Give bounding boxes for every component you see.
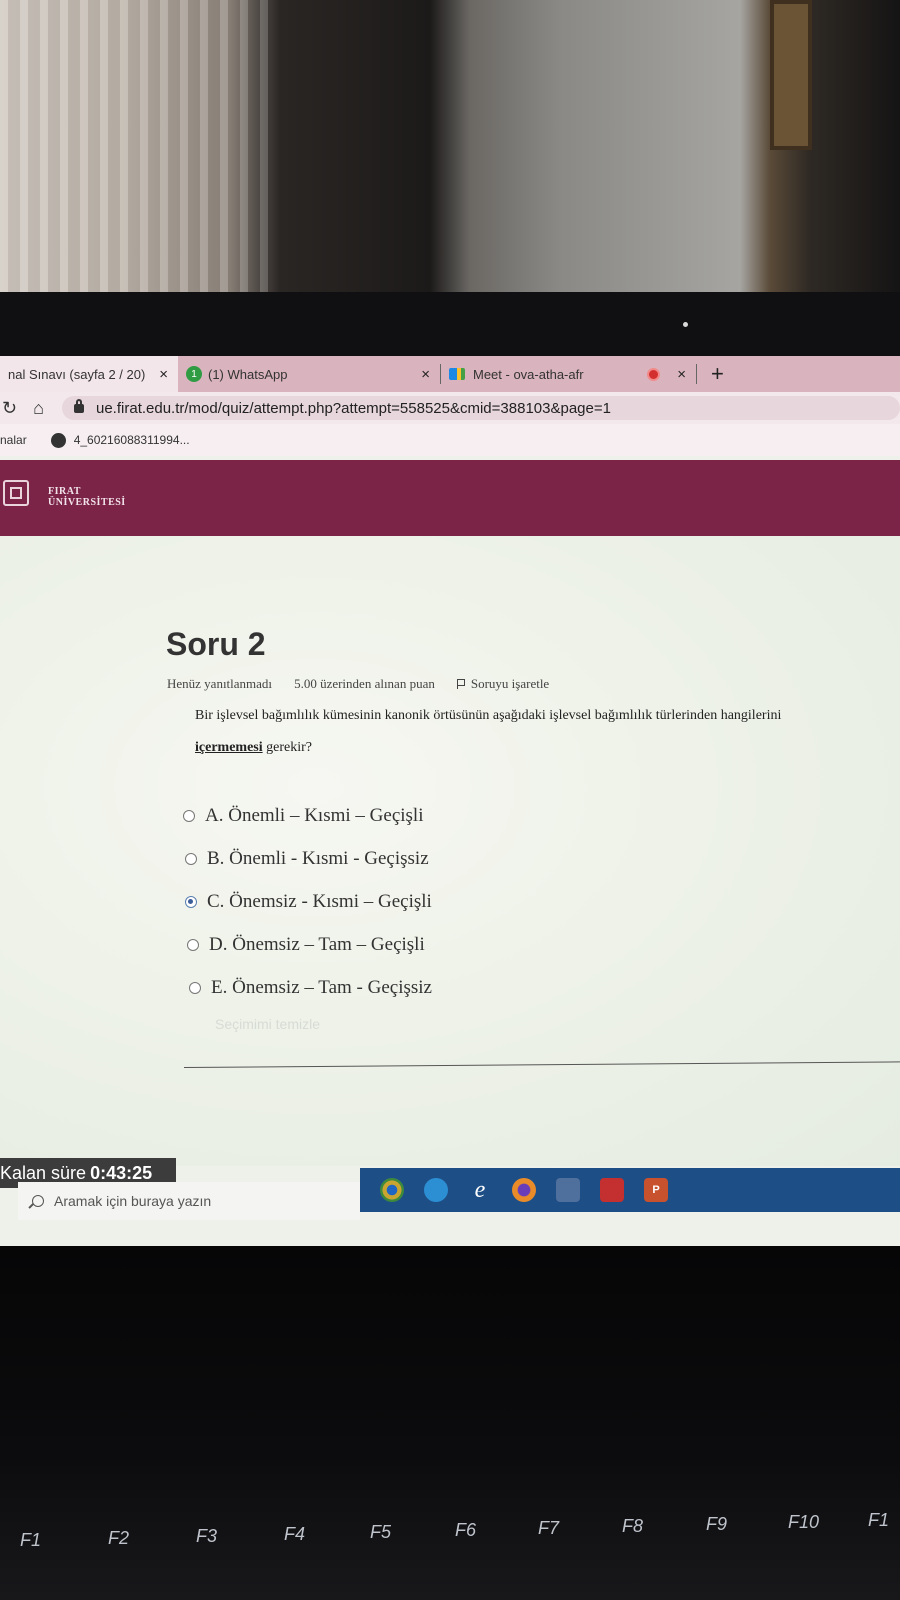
reload-icon[interactable]: ↻: [2, 398, 17, 419]
answer-option-b[interactable]: B. Önemli - Kısmi - Geçişsiz: [185, 837, 432, 880]
key-f10: F10: [788, 1512, 820, 1532]
firefox-icon[interactable]: [512, 1178, 536, 1202]
question-text-emphasis: içermemesi: [195, 740, 263, 755]
key-f1: F1: [20, 1530, 42, 1550]
taskbar-search-placeholder: Aramak için buraya yazın: [54, 1193, 212, 1209]
key-f11: F1: [868, 1510, 890, 1530]
answer-e-label[interactable]: E. Önemsiz – Tam - Geçişsiz: [211, 977, 432, 999]
laptop-screen: nal Sınavı (sayfa 2 / 20) × 1 (1) WhatsA…: [0, 356, 900, 1246]
tab-whatsapp-label: (1) WhatsApp: [208, 366, 288, 382]
answer-list: A. Önemli – Kısmi – Geçişli B. Önemli - …: [183, 794, 432, 1009]
quiz-content: Soru 2 Henüz yanıtlanmadı 5.00 üzerinden…: [0, 536, 900, 1166]
flag-icon: [456, 679, 465, 689]
key-f3: F3: [196, 1526, 218, 1546]
question-points: 5.00 üzerinden alınan puan: [294, 676, 435, 691]
tab-separator: [696, 364, 697, 384]
answer-a-label[interactable]: A. Önemli – Kısmi – Geçişli: [205, 805, 423, 827]
tab-quiz-label: nal Sınavı (sayfa 2 / 20): [8, 366, 146, 382]
question-text-part1: Bir işlevsel bağımlılık kümesinin kanoni…: [195, 708, 782, 723]
logo-line1: FIRAT: [48, 486, 81, 497]
question-title: Soru 2: [166, 626, 266, 662]
tab-whatsapp[interactable]: 1 (1) WhatsApp ×: [178, 356, 440, 392]
edge-icon[interactable]: [424, 1178, 448, 1202]
wall-picture-frame: [770, 0, 812, 150]
clear-choice-link[interactable]: Seçimimi temizle: [215, 1016, 320, 1032]
answer-option-d[interactable]: D. Önemsiz – Tam – Geçişli: [187, 923, 432, 966]
university-seal-icon[interactable]: [3, 480, 29, 506]
key-f7: F7: [538, 1518, 560, 1538]
radio-d[interactable]: [187, 938, 199, 951]
flag-question-label: Soruyu işaretle: [470, 676, 550, 691]
search-icon: [32, 1195, 44, 1207]
bookmarks-bar: nalar 4_60216088311994...: [0, 424, 900, 456]
curtain: [0, 0, 270, 292]
bookmarks-label[interactable]: nalar: [0, 433, 27, 447]
game-icon[interactable]: [600, 1178, 624, 1202]
tab-quiz[interactable]: nal Sınavı (sayfa 2 / 20) ×: [0, 356, 178, 392]
tab-meet[interactable]: Meet - ova-atha-afr ×: [441, 356, 696, 392]
university-logo[interactable]: FIRAT ÜNİVERSİTESİ: [48, 486, 126, 508]
browser-tab-strip: nal Sınavı (sayfa 2 / 20) × 1 (1) WhatsA…: [0, 356, 900, 392]
logo-line2: ÜNİVERSİTESİ: [48, 497, 126, 508]
flag-question-link[interactable]: Soruyu işaretle: [456, 676, 571, 692]
recording-icon: [647, 367, 660, 381]
key-f9: F9: [706, 1514, 728, 1534]
question-meta: Henüz yanıtlanmadı 5.00 üzerinden alınan…: [167, 676, 593, 692]
answer-d-label[interactable]: D. Önemsiz – Tam – Geçişli: [209, 934, 425, 956]
bookmark-item[interactable]: 4_60216088311994...: [74, 433, 190, 447]
radio-c-selected[interactable]: [185, 895, 197, 908]
tab-quiz-close-icon[interactable]: ×: [159, 366, 168, 383]
lock-icon: [74, 398, 84, 413]
url-field[interactable]: ue.firat.edu.tr/mod/quiz/attempt.php?att…: [62, 396, 900, 420]
whatsapp-icon: 1: [186, 366, 202, 382]
internet-explorer-icon[interactable]: e: [468, 1178, 492, 1202]
taskbar-apps: e P: [360, 1168, 900, 1212]
key-f2: F2: [108, 1528, 130, 1548]
new-tab-icon[interactable]: +: [711, 361, 724, 387]
powerpoint-icon[interactable]: P: [644, 1178, 668, 1202]
tab-whatsapp-close-icon[interactable]: ×: [421, 366, 430, 383]
url-text: ue.firat.edu.tr/mod/quiz/attempt.php?att…: [96, 399, 611, 417]
radio-b[interactable]: [185, 852, 197, 865]
tab-meet-label: Meet - ova-atha-afr: [473, 366, 584, 382]
meet-icon: [449, 368, 465, 380]
answer-b-label[interactable]: B. Önemli - Kısmi - Geçişsiz: [207, 848, 429, 870]
key-f5: F5: [370, 1522, 392, 1542]
globe-icon: [50, 432, 66, 448]
laptop-keyboard: F1 F2 F3 F4 F5 F6 F7 F8 F9 F10 F1: [0, 1246, 900, 1600]
key-f4: F4: [284, 1524, 306, 1544]
taskbar-search-input[interactable]: Aramak için buraya yazın: [18, 1182, 360, 1220]
key-f8: F8: [622, 1516, 644, 1536]
content-divider: [183, 1061, 900, 1068]
site-header: FIRAT ÜNİVERSİTESİ: [0, 460, 900, 536]
laptop-bezel: [0, 292, 900, 356]
tab-meet-close-icon[interactable]: ×: [677, 366, 686, 383]
home-icon[interactable]: ⌂: [33, 398, 44, 419]
address-bar-row: ↻ ⌂ ue.firat.edu.tr/mod/quiz/attempt.php…: [0, 392, 900, 424]
windows-taskbar: Aramak için buraya yazın e P: [0, 1168, 900, 1246]
answer-option-c[interactable]: C. Önemsiz - Kısmi – Geçişli: [185, 880, 432, 923]
answer-c-label[interactable]: C. Önemsiz - Kısmi – Geçişli: [207, 891, 432, 913]
chrome-icon[interactable]: [380, 1178, 404, 1202]
key-f6: F6: [455, 1520, 477, 1540]
room-background: [0, 0, 900, 292]
radio-a[interactable]: [183, 809, 195, 822]
question-status: Henüz yanıtlanmadı: [167, 676, 273, 691]
radio-e[interactable]: [189, 981, 201, 994]
answer-option-a[interactable]: A. Önemli – Kısmi – Geçişli: [183, 794, 432, 837]
question-text-part2: gerekir?: [262, 740, 312, 755]
question-text: Bir işlevsel bağımlılık kümesinin kanoni…: [195, 700, 845, 764]
webcam-dot: [683, 322, 688, 327]
answer-option-e[interactable]: E. Önemsiz – Tam - Geçişsiz: [189, 966, 432, 1009]
camera-icon[interactable]: [556, 1178, 580, 1202]
